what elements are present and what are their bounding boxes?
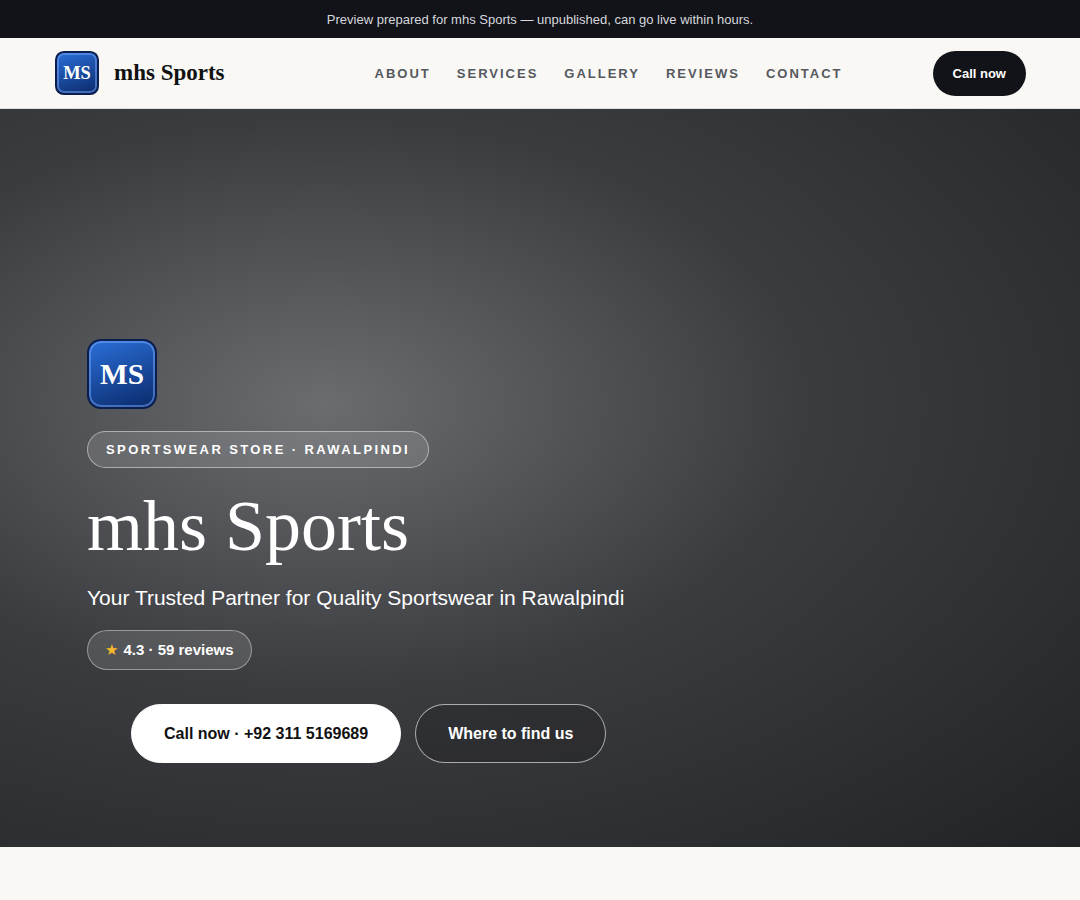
star-icon: ★ [105, 641, 118, 659]
main-nav: ABOUT SERVICES GALLERY REVIEWS CONTACT [375, 66, 843, 81]
preview-banner: Preview prepared for mhs Sports — unpubl… [0, 0, 1080, 38]
rating-badge: ★4.3 · 59 reviews [87, 630, 252, 670]
nav-link[interactable]: REVIEWS [666, 66, 740, 81]
hero-logo-icon: MS [87, 339, 157, 409]
nav-link[interactable]: CONTACT [766, 66, 843, 81]
hero-subtitle: Your Trusted Partner for Quality Sportsw… [87, 586, 624, 610]
category-badge: SPORTSWEAR STORE · RAWALPINDI [87, 431, 429, 468]
hero-button[interactable]: Call now · +92 311 5169689 [131, 704, 401, 763]
hero-title: mhs Sports [87, 490, 409, 562]
nav-link[interactable]: GALLERY [564, 66, 640, 81]
brand-name: mhs Sports [114, 60, 225, 86]
hero-actions: Call now · +92 311 5169689Where to find … [131, 704, 606, 763]
site-header: MS mhs Sports ABOUT SERVICES GALLERY REVIEWS C… [0, 38, 1080, 109]
hero-button[interactable]: Where to find us [415, 704, 606, 763]
call-button[interactable]: Call now [933, 51, 1026, 96]
brand[interactable]: MS mhs Sports [55, 51, 225, 95]
logo-icon: MS [55, 51, 99, 95]
hero: MS SPORTSWEAR STORE · RAWALPINDI mhs Sport… [0, 109, 1080, 847]
nav-link[interactable]: SERVICES [457, 66, 539, 81]
nav-link[interactable]: ABOUT [375, 66, 431, 81]
